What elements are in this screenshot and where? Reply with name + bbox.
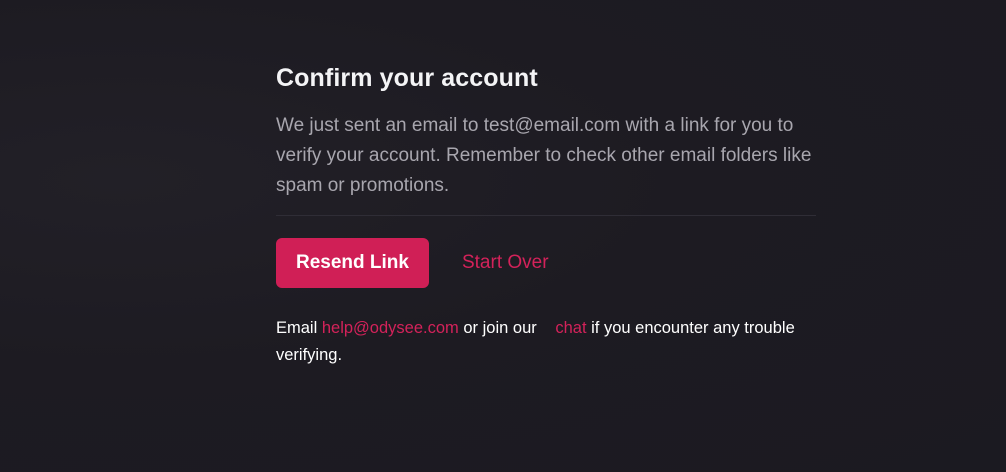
page-title: Confirm your account xyxy=(276,64,538,92)
start-over-button[interactable]: Start Over xyxy=(462,252,549,274)
resend-link-button[interactable]: Resend Link xyxy=(276,238,429,288)
divider xyxy=(276,215,816,216)
confirm-account-card: Confirm your account We just sent an ema… xyxy=(276,62,816,369)
confirmation-message: We just sent an email to test@email.com … xyxy=(276,115,812,196)
help-text: Email help@odysee.com or join our chat i… xyxy=(276,315,796,369)
chat-link[interactable]: chat xyxy=(555,319,586,337)
help-middle: or join our xyxy=(463,319,537,337)
help-prefix: Email xyxy=(276,319,318,337)
action-row: Resend Link Start Over xyxy=(276,238,816,288)
support-email-link[interactable]: help@odysee.com xyxy=(322,319,459,337)
